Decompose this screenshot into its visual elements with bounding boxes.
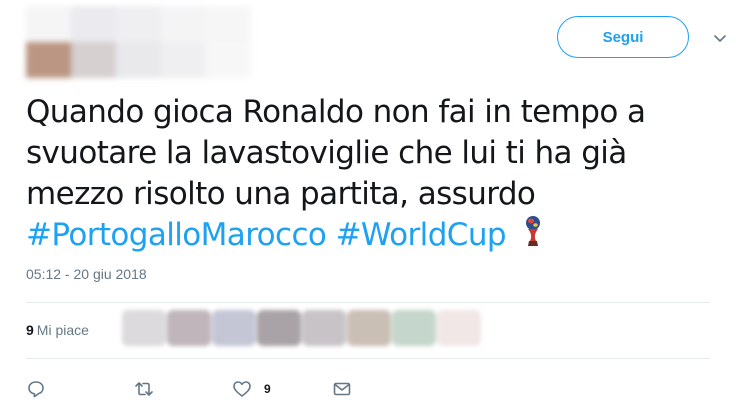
retweet-icon — [135, 382, 153, 396]
reply-button[interactable] — [26, 378, 46, 400]
liker-avatar[interactable] — [302, 310, 346, 346]
like-count: 9 — [264, 382, 271, 396]
hashtag-portogallomarocco[interactable]: #PortogalloMarocco — [26, 217, 327, 253]
tweet-text: Quando gioca Ronaldo non fai in tempo a … — [26, 92, 706, 256]
envelope-icon — [333, 382, 351, 396]
liker-avatar[interactable] — [437, 310, 481, 346]
liker-avatar[interactable] — [257, 310, 301, 346]
divider — [26, 302, 710, 303]
likes-count: 9 — [26, 322, 34, 338]
liker-avatar[interactable] — [167, 310, 211, 346]
liker-avatar[interactable] — [122, 310, 166, 346]
like-button[interactable]: 9 — [232, 378, 271, 400]
hashtag-worldcup[interactable]: #WorldCup — [336, 217, 507, 253]
likes-stat[interactable]: 9 Mi piace — [26, 322, 89, 338]
trophy-icon — [526, 216, 541, 246]
liker-avatar[interactable] — [347, 310, 391, 346]
tweet-timestamp[interactable]: 05:12 - 20 giu 2018 — [26, 266, 147, 282]
tweet-hashtags-line: #PortogalloMarocco #WorldCup — [26, 215, 706, 256]
avatar[interactable] — [26, 6, 252, 78]
likers-avatars[interactable] — [122, 310, 482, 346]
tweet-text-line: mezzo risolto una partita, assurdo — [26, 176, 536, 212]
liker-avatar[interactable] — [392, 310, 436, 346]
tweet-text-line: svuotare la lavastoviglie che lui ti ha … — [26, 135, 627, 171]
follow-button[interactable]: Segui — [557, 16, 689, 58]
divider — [26, 358, 710, 359]
retweet-button[interactable] — [134, 378, 154, 400]
heart-icon — [233, 381, 251, 397]
liker-avatar[interactable] — [212, 310, 256, 346]
reply-icon — [28, 381, 44, 398]
message-button[interactable] — [332, 378, 352, 400]
likes-label: Mi piace — [36, 322, 89, 338]
tweet-text-line: Quando gioca Ronaldo non fai in tempo a — [26, 94, 646, 130]
chevron-down-icon[interactable] — [712, 30, 728, 46]
